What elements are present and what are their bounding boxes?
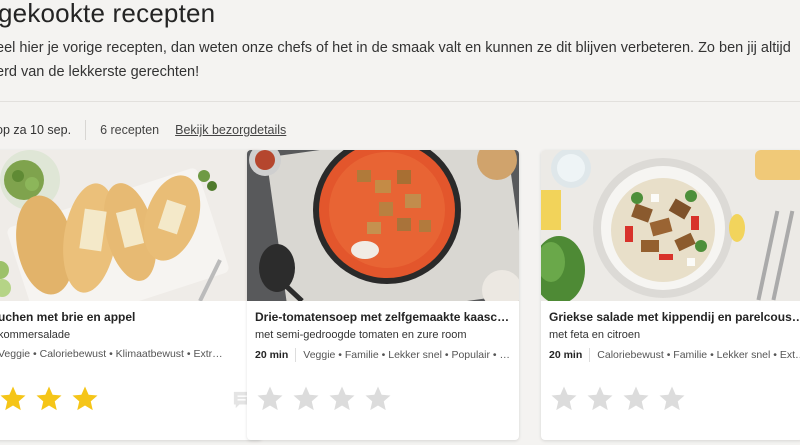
delivery-date: op za 10 sep. [0,123,72,137]
recipe-tags: Veggie • Calorie­bewust • Klimaatbewust … [0,348,223,360]
tomato-soup-photo[interactable] [247,150,519,301]
recipe-title[interactable]: uchen met brie en appel [0,310,256,324]
recipe-meta: 20 min Caloriebewust • Familie • Lekker … [549,348,800,362]
recipe-title[interactable]: Drie-tomatensoep met zelfgemaakte kaascr… [255,310,513,324]
flatbread-photo[interactable] [0,150,262,301]
divider [0,101,800,102]
star-icon[interactable] [657,384,687,414]
star-rating[interactable] [549,384,687,414]
star-icon[interactable] [363,384,393,414]
meta-separator [589,348,591,362]
delivery-row: op za 10 sep. 6 recepten Bekijk bezorgde… [0,120,286,140]
star-icon[interactable] [549,384,579,414]
intro-line-2: erd van de lekkerste gerechten! [0,64,200,80]
star-icon[interactable] [621,384,651,414]
recipe-card[interactable]: Drie-tomatensoep met zelfgemaakte kaascr… [247,150,519,440]
recipe-meta: Veggie • Calorie­bewust • Klimaatbewust … [0,348,258,360]
page-title: gekookte recepten [0,0,216,28]
recipe-subtitle: met semi-gedroogde tomaten en zure room [255,329,467,341]
recipe-subtitle: kommersalade [0,329,71,341]
recipe-card[interactable]: uchen met brie en appel kommersalade Veg… [0,150,262,440]
intro-text: eel hier je vorige recepten, dan weten o… [0,36,800,84]
recipe-tags: Veggie • Familie • Lekker snel • Populai… [303,349,515,361]
star-icon[interactable] [291,384,321,414]
star-rating[interactable] [255,384,393,414]
recipe-subtitle: met feta en citroen [549,329,641,341]
star-rating[interactable] [0,384,100,414]
greek-salad-photo[interactable] [541,150,800,301]
recipe-tags: Caloriebewust • Familie • Lekker snel • … [597,349,800,361]
star-icon[interactable] [34,384,64,414]
recipe-card[interactable]: Griekse salade met kippendij en parelcou… [541,150,800,440]
recipe-title[interactable]: Griekse salade met kippendij en parelcou… [549,310,800,324]
star-icon[interactable] [255,384,285,414]
delivery-details-link[interactable]: Bekijk bezorgdetails [175,123,286,137]
star-icon[interactable] [585,384,615,414]
delivery-separator [85,120,87,140]
intro-line-1: eel hier je vorige recepten, dan weten o… [0,40,791,56]
recipe-time: 20 min [549,349,583,361]
recipe-meta: 20 min Veggie • Familie • Lekker snel • … [255,348,515,362]
star-icon[interactable] [70,384,100,414]
star-icon[interactable] [327,384,357,414]
star-icon[interactable] [0,384,28,414]
meta-separator [295,348,297,362]
recipe-count: 6 recepten [100,123,160,137]
recipe-time: 20 min [255,349,289,361]
